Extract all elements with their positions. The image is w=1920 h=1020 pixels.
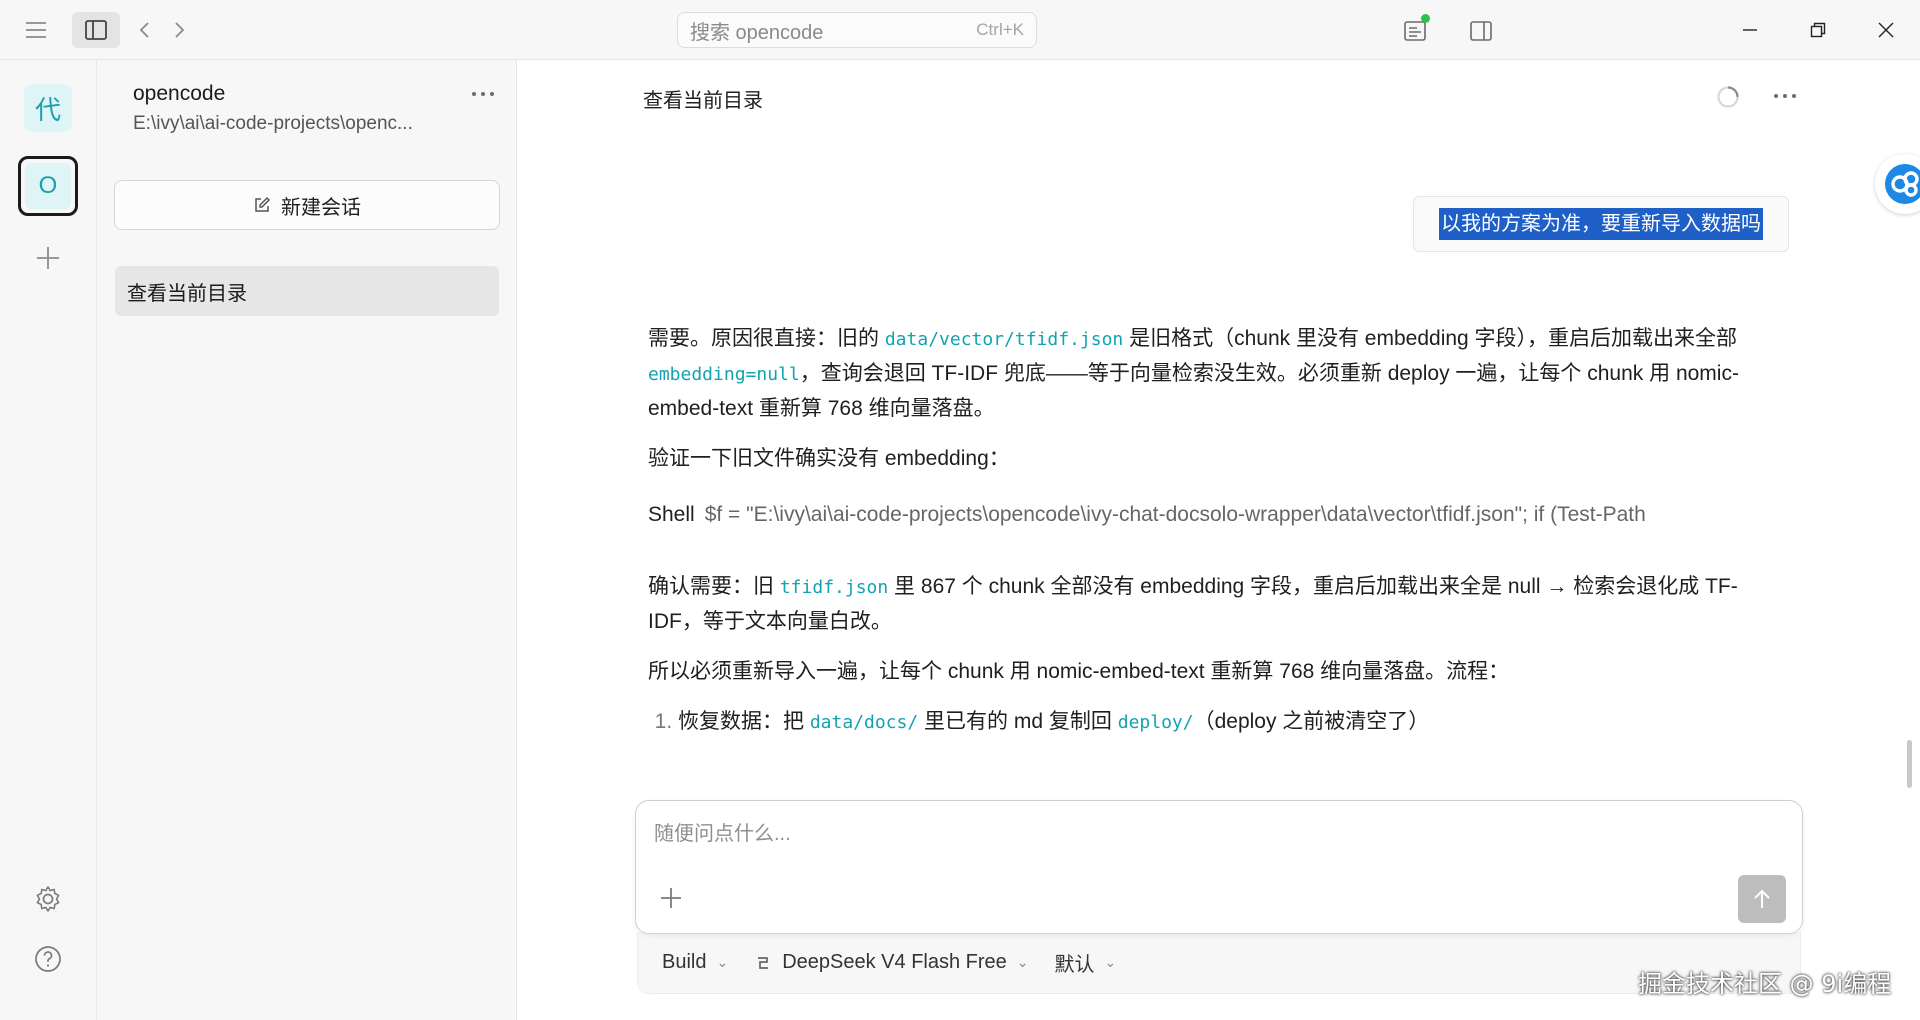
settings-button[interactable] (31, 882, 65, 916)
shell-command: $f = "E:\ivy\ai\ai-code-projects\opencod… (704, 503, 1646, 526)
help-icon (35, 946, 61, 972)
chevron-down-icon: ⌄ (716, 954, 729, 970)
model-icon (758, 956, 769, 969)
model-selector[interactable]: DeepSeek V4 Flash Free ⌄ (754, 951, 1029, 974)
panel-right-icon (1470, 21, 1492, 41)
plus-icon (661, 888, 681, 908)
conversation-panel: 查看当前目录 以我的方案为准，要重新导入数据吗 需要。原因很直接：旧的 data… (517, 60, 1920, 1020)
status-button[interactable] (1398, 14, 1432, 48)
inline-code: deploy/ (1117, 712, 1194, 733)
floating-assistant-button[interactable] (1875, 154, 1920, 214)
assistant-paragraph: 确认需要：旧 tfidf.json 里 867 个 chunk 全部没有 emb… (648, 570, 1788, 639)
assistant-paragraph: 所以必须重新导入一遍，让每个 chunk 用 nomic-embed-text … (648, 660, 1510, 683)
sidebar-icon (85, 20, 107, 40)
more-icon (472, 92, 494, 96)
assistant-paragraph: 需要。原因很直接：旧的 data/vector/tfidf.json 是旧格式（… (648, 322, 1788, 426)
minimize-icon (1743, 29, 1757, 31)
text-span: 是旧格式（chunk 里没有 embedding 字段），重启后加载出来全部 (1123, 327, 1738, 350)
shell-label: Shell (648, 503, 695, 526)
message-composer[interactable]: 随便问点什么... (635, 800, 1803, 934)
inline-code: embedding=null (648, 364, 800, 385)
close-icon (1878, 22, 1894, 38)
session-item-title: 查看当前目录 (127, 282, 247, 305)
assistant-message: 需要。原因很直接：旧的 data/vector/tfidf.json 是旧格式（… (648, 322, 1788, 752)
list-item: 恢复数据：把 data/docs/ 里已有的 md 复制回 deploy/（de… (678, 705, 1788, 740)
chevron-right-icon (175, 22, 185, 38)
project-rail: 代 O (0, 60, 97, 1020)
user-message-text: 以我的方案为准，要重新导入数据吗 (1439, 208, 1763, 240)
add-project-button[interactable] (30, 240, 66, 276)
close-button[interactable] (1866, 12, 1906, 48)
agent-selector[interactable]: Build ⌄ (662, 951, 728, 974)
search-input[interactable]: 搜索 opencode Ctrl+K (677, 12, 1037, 48)
session-item[interactable]: 查看当前目录 (115, 266, 499, 316)
session-sidebar: opencode E:\ivy\ai\ai-code-projects\open… (97, 60, 517, 1020)
edit-icon (255, 196, 271, 212)
text-span: 里已有的 md 复制回 (918, 710, 1118, 733)
inline-code: tfidf.json (779, 577, 889, 598)
inline-code: data/docs/ (809, 712, 919, 733)
chevron-down-icon: ⌄ (1104, 954, 1117, 970)
search-shortcut: Ctrl+K (976, 20, 1024, 39)
arrow-up-icon (1754, 889, 1770, 908)
help-button[interactable] (31, 942, 65, 976)
steps-list: 恢复数据：把 data/docs/ 里已有的 md 复制回 deploy/（de… (648, 705, 1788, 740)
plus-icon (37, 247, 59, 269)
send-button[interactable] (1738, 875, 1786, 923)
toggle-sidebar-button[interactable] (72, 12, 120, 48)
project-name: opencode (133, 82, 226, 105)
text-span: 恢复数据：把 (678, 710, 810, 733)
more-icon (1774, 94, 1796, 98)
loading-spinner (1715, 84, 1741, 110)
forward-button[interactable] (168, 14, 192, 46)
project-avatar-label: 代 (34, 95, 61, 126)
cloud-link-icon (1885, 164, 1920, 204)
project-avatar-label: O (25, 163, 71, 209)
model-label: DeepSeek V4 Flash Free (782, 951, 1007, 973)
scrollbar-thumb[interactable] (1907, 740, 1912, 788)
gear-icon (36, 886, 60, 912)
search-placeholder: 搜索 opencode (690, 21, 824, 44)
project-avatar-dai[interactable]: 代 (24, 84, 72, 132)
restore-icon (1810, 22, 1826, 38)
composer-toolbar: Build ⌄ DeepSeek V4 Flash Free ⌄ 默认 ⌄ (637, 932, 1801, 994)
watermark: 掘金技术社区 @ 9i编程 (1638, 970, 1892, 998)
project-path: E:\ivy\ai\ai-code-projects\openc... (133, 113, 413, 134)
minimize-button[interactable] (1730, 12, 1770, 48)
text-span: （deploy 之前被清空了） (1193, 710, 1430, 733)
composer-placeholder: 随便问点什么... (654, 823, 791, 845)
back-button[interactable] (132, 14, 156, 46)
variant-label: 默认 (1054, 954, 1095, 976)
toggle-panel-button[interactable] (1464, 14, 1498, 48)
session-title: 查看当前目录 (643, 90, 763, 112)
agent-label: Build (662, 951, 707, 973)
chevron-left-icon (139, 22, 149, 38)
assistant-paragraph: 验证一下旧文件确实没有 embedding： (648, 447, 1010, 470)
user-message: 以我的方案为准，要重新导入数据吗 (1413, 196, 1789, 252)
text-span: ，查询会退回 TF-IDF 兜底——等于向量检索没生效。必须重新 deploy … (648, 362, 1739, 420)
new-session-button[interactable]: 新建会话 (114, 180, 500, 230)
spinner-icon (1717, 86, 1739, 108)
attach-button[interactable] (658, 885, 684, 911)
text-span: 确认需要：旧 (648, 575, 780, 598)
variant-selector[interactable]: 默认 ⌄ (1055, 948, 1117, 977)
restore-button[interactable] (1798, 12, 1838, 48)
chevron-down-icon: ⌄ (1016, 954, 1029, 970)
new-session-label: 新建会话 (281, 196, 361, 219)
inline-code: data/vector/tfidf.json (884, 329, 1124, 350)
session-more-button[interactable] (1767, 80, 1803, 108)
menu-icon[interactable] (20, 14, 52, 46)
project-avatar-opencode[interactable]: O (18, 156, 78, 216)
shell-tool-call[interactable]: Shell $f = "E:\ivy\ai\ai-code-projects\op… (648, 498, 1788, 532)
title-bar: 搜索 opencode Ctrl+K (0, 0, 1920, 60)
text-span: 需要。原因很直接：旧的 (648, 327, 885, 350)
project-more-button[interactable] (465, 78, 501, 106)
status-dot (1421, 14, 1430, 23)
